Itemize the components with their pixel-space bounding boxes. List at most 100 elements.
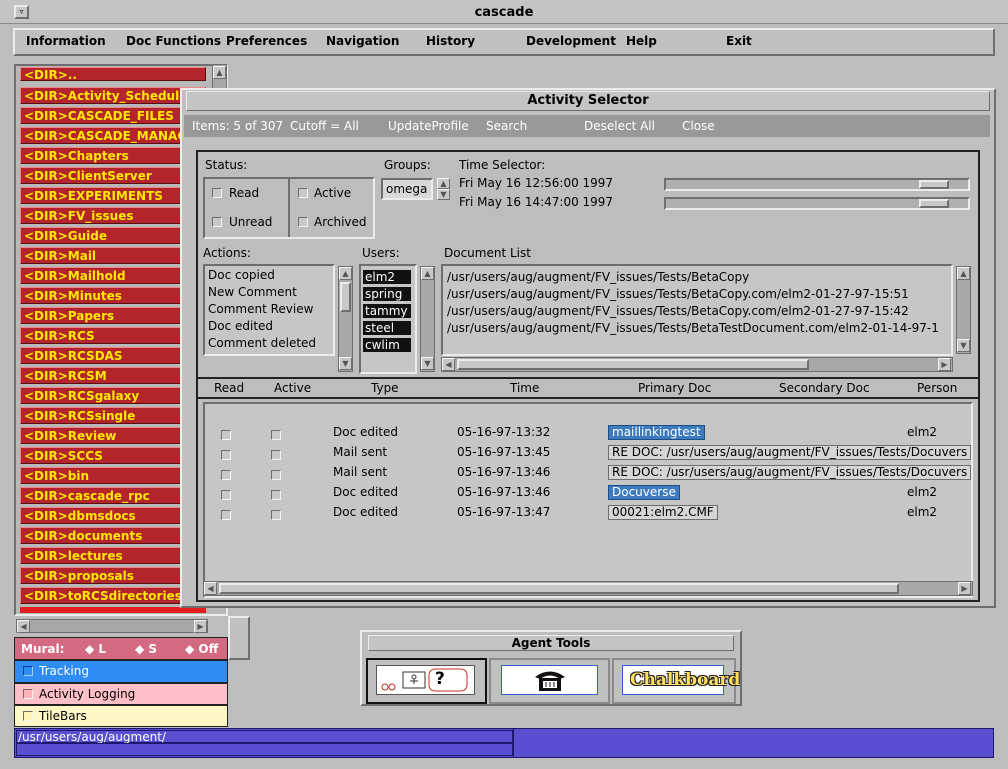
menu-information[interactable]: Information	[26, 34, 106, 48]
deselect-all-button[interactable]: Deselect All	[584, 119, 655, 133]
scroll-up-arrow-icon[interactable]: ▲	[213, 66, 226, 79]
doclist-horizontal-thumb[interactable]	[457, 359, 809, 370]
dir-item[interactable]: <DIR>Mail	[20, 247, 206, 264]
table-scroll-left-icon[interactable]: ◀	[204, 582, 217, 595]
dir-item[interactable]: <DIR>Mailhold	[20, 267, 206, 284]
tracking-checkbox[interactable]	[23, 666, 33, 676]
user-item[interactable]: spring	[363, 287, 411, 301]
actions-scroll-thumb[interactable]	[340, 282, 351, 312]
dir-item[interactable]: <DIR>cascade_rpc	[20, 487, 206, 504]
read-checkbox[interactable]	[212, 188, 222, 198]
dir-item[interactable]: <DIR>FV_issues	[20, 207, 206, 224]
document-item[interactable]: /usr/users/aug/augment/FV_issues/Tests/B…	[447, 287, 949, 301]
row-primary-doc[interactable]: RE DOC: /usr/users/aug/augment/FV_issues…	[608, 465, 971, 480]
dir-item[interactable]: <DIR>documents	[20, 527, 206, 544]
dir-item[interactable]: <DIR>Minutes	[20, 287, 206, 304]
menu-history[interactable]: History	[426, 34, 475, 48]
row-active-checkbox[interactable]	[271, 470, 281, 480]
column-person[interactable]: Person	[917, 381, 957, 395]
dir-item[interactable]: <DIR>RCS	[20, 327, 206, 344]
column-type[interactable]: Type	[371, 381, 399, 395]
dir-item[interactable]: <DIR>CASCADE_MANAGE	[20, 127, 206, 144]
user-item[interactable]: cwlim	[363, 338, 411, 352]
dir-item[interactable]: <DIR>Chapters	[20, 147, 206, 164]
menu-preferences[interactable]: Preferences	[226, 34, 307, 48]
dir-horizontal-scrollbar[interactable]	[16, 619, 208, 633]
column-active[interactable]: Active	[274, 381, 311, 395]
mural-option-l[interactable]: ◆ L	[85, 642, 106, 656]
row-read-checkbox[interactable]	[221, 450, 231, 460]
row-read-checkbox[interactable]	[221, 470, 231, 480]
action-item[interactable]: Comment deleted	[208, 336, 316, 350]
update-profile-button[interactable]: UpdateProfile	[388, 119, 469, 133]
mural-option-s[interactable]: ◆ S	[135, 642, 157, 656]
activity-logging-checkbox[interactable]	[23, 689, 33, 699]
action-item[interactable]: Comment Review	[208, 302, 313, 316]
scroll-left-arrow-icon[interactable]: ◀	[17, 620, 30, 633]
dir-item[interactable]: <DIR>RCSsingle	[20, 407, 206, 424]
column-read[interactable]: Read	[214, 381, 244, 395]
agent-tool-help-button[interactable]: ?	[366, 658, 487, 704]
dir-item[interactable]: <DIR>Guide	[20, 227, 206, 244]
activity-logging-toggle[interactable]: Activity Logging	[14, 683, 228, 705]
column-time[interactable]: Time	[510, 381, 539, 395]
dir-item[interactable]: <DIR>ClientServer	[20, 167, 206, 184]
menu-exit[interactable]: Exit	[726, 34, 752, 48]
tilebars-toggle[interactable]: TileBars	[14, 705, 228, 727]
dir-item[interactable]: <DIR>toRCSdirectories	[20, 587, 206, 604]
row-active-checkbox[interactable]	[271, 490, 281, 500]
actions-scroll-up-icon[interactable]: ▲	[339, 267, 352, 280]
row-read-checkbox[interactable]	[221, 490, 231, 500]
time-start-slider-thumb[interactable]	[919, 180, 949, 189]
close-button[interactable]: Close	[682, 119, 715, 133]
row-read-checkbox[interactable]	[221, 430, 231, 440]
row-read-checkbox[interactable]	[221, 510, 231, 520]
menu-navigation[interactable]: Navigation	[326, 34, 399, 48]
doclist-scroll-up-icon[interactable]: ▲	[957, 267, 970, 280]
table-scroll-right-icon[interactable]: ▶	[958, 582, 971, 595]
user-item[interactable]: elm2	[363, 270, 411, 284]
agent-tool-chalkboard-button[interactable]: Chalkboard	[612, 658, 740, 704]
doclist-scroll-down-icon[interactable]: ▼	[957, 339, 970, 352]
dir-item[interactable]: <DIR>RCSM	[20, 367, 206, 384]
menu-doc-functions[interactable]: Doc Functions	[126, 34, 221, 48]
menu-development[interactable]: Development	[526, 34, 616, 48]
dir-item[interactable]: <DIR>Papers	[20, 307, 206, 324]
user-item[interactable]: steel	[363, 321, 411, 335]
row-primary-doc[interactable]: RE DOC: /usr/users/aug/augment/FV_issues…	[608, 445, 971, 460]
action-item[interactable]: Doc edited	[208, 319, 273, 333]
unread-checkbox[interactable]	[212, 217, 222, 227]
actions-scroll-down-icon[interactable]: ▼	[339, 357, 352, 370]
users-scroll-down-icon[interactable]: ▼	[421, 357, 434, 370]
groups-down-arrow-icon[interactable]: ▼	[437, 189, 450, 200]
action-item[interactable]: New Comment	[208, 285, 297, 299]
scroll-right-arrow-icon[interactable]: ▶	[194, 620, 207, 633]
mural-option-off[interactable]: ◆ Off	[185, 642, 218, 656]
column-primary-doc[interactable]: Primary Doc	[638, 381, 711, 395]
column-secondary-doc[interactable]: Secondary Doc	[779, 381, 870, 395]
dir-item[interactable]: <DIR>lectures	[20, 547, 206, 564]
doclist-scroll-right-icon[interactable]: ▶	[938, 358, 951, 371]
time-start-slider[interactable]	[664, 178, 970, 191]
doclist-scroll-left-icon[interactable]: ◀	[442, 358, 455, 371]
row-primary-doc[interactable]: Docuverse	[608, 485, 680, 500]
row-active-checkbox[interactable]	[271, 430, 281, 440]
document-item[interactable]: /usr/users/aug/augment/FV_issues/Tests/B…	[447, 304, 949, 318]
users-scroll-up-icon[interactable]: ▲	[421, 267, 434, 280]
dir-item[interactable]: <DIR>SCCS	[20, 447, 206, 464]
dir-item[interactable]: <DIR>CASCADE_FILES	[20, 107, 206, 124]
groups-up-arrow-icon[interactable]: ▲	[437, 178, 450, 189]
table-horizontal-thumb[interactable]	[219, 583, 899, 594]
row-active-checkbox[interactable]	[271, 510, 281, 520]
dir-item[interactable]: <DIR>EXPERIMENTS	[20, 187, 206, 204]
dir-item[interactable]: <DIR>RCSDAS	[20, 347, 206, 364]
archived-checkbox[interactable]	[298, 217, 308, 227]
document-item[interactable]: /usr/users/aug/augment/FV_issues/Tests/B…	[447, 321, 949, 335]
time-end-slider-thumb[interactable]	[919, 199, 949, 208]
agent-tool-phone-button[interactable]	[489, 658, 610, 704]
document-item[interactable]: /usr/users/aug/augment/FV_issues/Tests/B…	[447, 270, 949, 284]
dir-item[interactable]: <DIR>RCSgalaxy	[20, 387, 206, 404]
active-checkbox[interactable]	[298, 188, 308, 198]
row-primary-doc[interactable]: maillinkingtest	[608, 425, 705, 440]
dir-item[interactable]: <DIR>Activity_Schedule	[20, 87, 206, 104]
